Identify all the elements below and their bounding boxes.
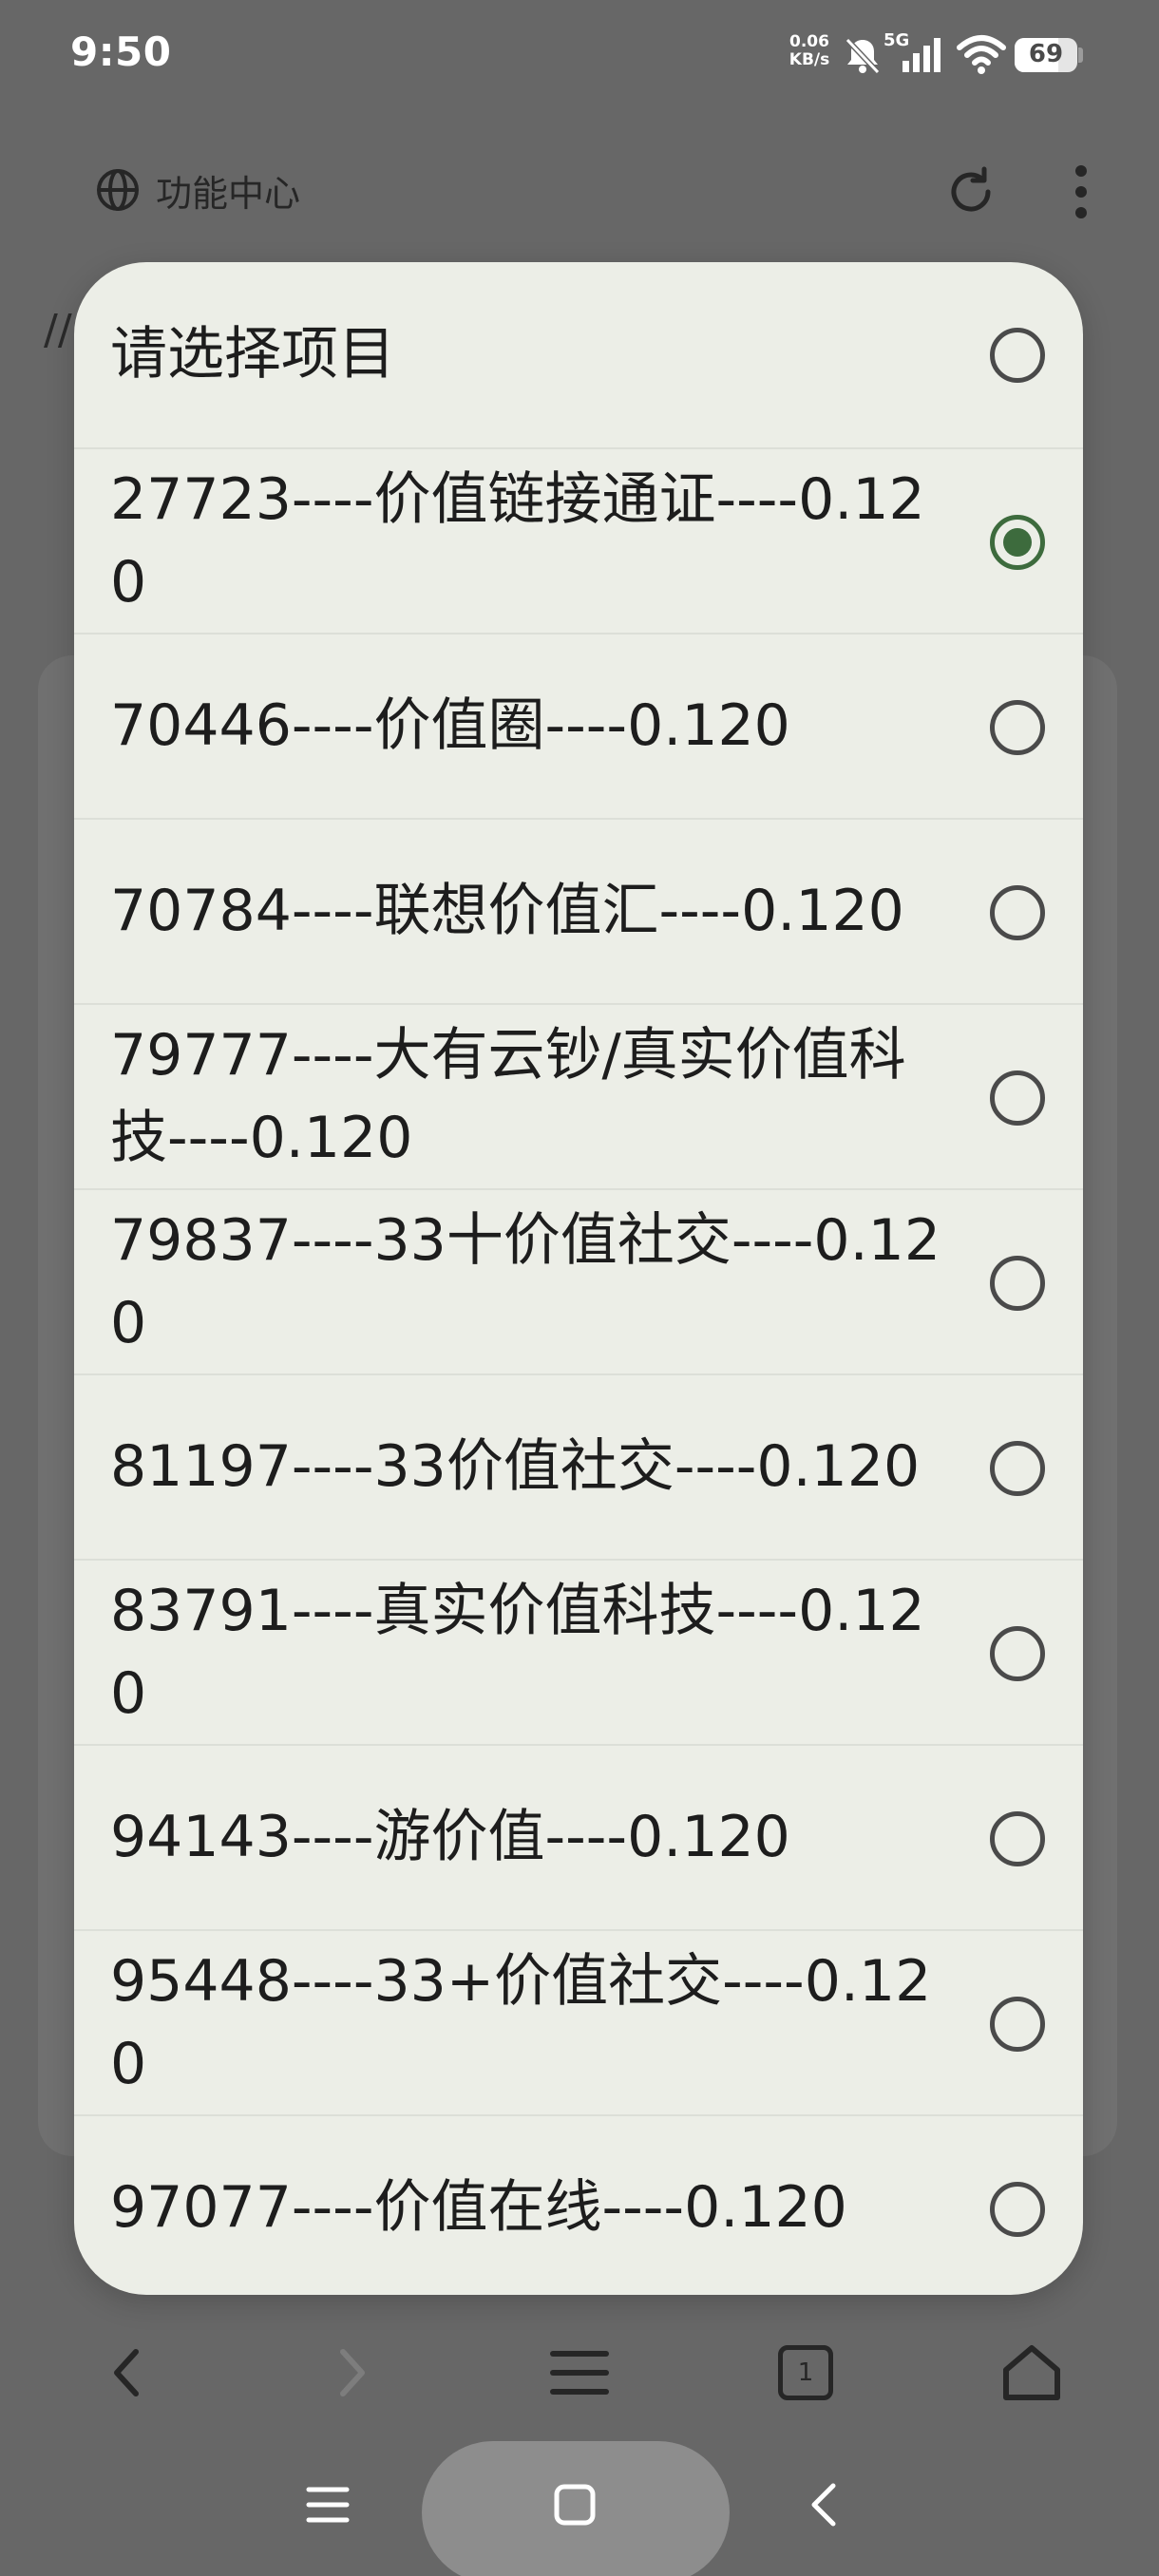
radio-unchecked-icon[interactable] <box>990 1256 1045 1311</box>
tabs-icon: 1 <box>778 2345 833 2400</box>
option-label: 97077----价值在线----0.120 <box>110 2174 847 2241</box>
option-label: 94143----游价值----0.120 <box>110 1804 790 1870</box>
option-27723[interactable]: 27723----价值链接通证----0.120 <box>74 447 1083 633</box>
network-speed: 0.06 KB/s <box>785 33 834 69</box>
option-94143[interactable]: 94143----游价值----0.120 <box>74 1744 1083 1929</box>
menu-button[interactable] <box>542 2335 618 2411</box>
radio-unchecked-icon[interactable] <box>990 1997 1045 2052</box>
option-83791[interactable]: 83791----真实价值科技----0.120 <box>74 1559 1083 1744</box>
more-vertical-icon[interactable] <box>1062 161 1100 222</box>
network-speed-value: 0.06 <box>789 32 829 51</box>
radio-unchecked-icon[interactable] <box>990 1811 1045 1866</box>
radio-unchecked-icon[interactable] <box>990 1626 1045 1681</box>
battery-level: 69 <box>1028 40 1064 68</box>
menu-icon <box>306 2487 350 2523</box>
option-label: 27723----价值链接通证----0.120 <box>110 465 925 616</box>
radio-unchecked-icon[interactable] <box>990 1441 1045 1496</box>
bell-muted-icon <box>845 37 881 75</box>
network-speed-unit: KB/s <box>788 50 830 69</box>
option-label: 70784----联想价值汇----0.120 <box>110 878 904 944</box>
recents-button[interactable] <box>294 2472 361 2538</box>
option-97077[interactable]: 97077----价值在线----0.120 <box>74 2114 1083 2295</box>
battery-indicator: 69 <box>1015 38 1077 72</box>
option-label: 79837----33十价值社交----0.120 <box>110 1206 941 1356</box>
option-95448[interactable]: 95448----33+价值社交----0.120 <box>74 1929 1083 2114</box>
chevron-left-icon <box>114 2349 139 2396</box>
radio-unchecked-icon[interactable] <box>990 328 1045 383</box>
background-text: // <box>44 306 72 354</box>
bottom-toolbar: 1 <box>0 2308 1159 2432</box>
home-button[interactable] <box>994 2335 1070 2411</box>
radio-checked-icon[interactable] <box>990 515 1045 570</box>
back-button[interactable] <box>89 2335 165 2411</box>
site-title-chip[interactable]: 功能中心 <box>74 160 321 220</box>
system-back-button[interactable] <box>790 2472 857 2538</box>
option-label: 79777----大有云钞/真实价值科技----0.120 <box>110 1021 906 1171</box>
option-label: 81197----33价值社交----0.120 <box>110 1433 921 1500</box>
radio-unchecked-icon[interactable] <box>990 700 1045 755</box>
home-square-button[interactable] <box>542 2472 608 2538</box>
select-dialog: 请选择项目 27723----价值链接通证----0.120 70446----… <box>74 262 1083 2295</box>
tab-count: 1 <box>797 2358 814 2387</box>
app-header: 功能中心 <box>0 142 1159 237</box>
option-label: 95448----33+价值社交----0.120 <box>110 1947 932 2097</box>
square-icon <box>554 2484 596 2526</box>
globe-icon <box>97 169 139 211</box>
option-70784[interactable]: 70784----联想价值汇----0.120 <box>74 818 1083 1003</box>
battery-tip <box>1078 47 1083 63</box>
refresh-icon[interactable] <box>940 161 1001 222</box>
chevron-left-icon <box>811 2483 836 2527</box>
wifi-icon <box>957 35 1006 74</box>
radio-unchecked-icon[interactable] <box>990 2182 1045 2237</box>
site-title: 功能中心 <box>156 172 301 215</box>
option-label: 70446----价值圈----0.120 <box>110 692 790 759</box>
chevron-right-icon <box>340 2349 365 2396</box>
option-70446[interactable]: 70446----价值圈----0.120 <box>74 633 1083 818</box>
option-label: 请选择项目 <box>110 321 395 388</box>
radio-unchecked-icon[interactable] <box>990 885 1045 940</box>
home-icon <box>1003 2345 1060 2400</box>
option-79777[interactable]: 79777----大有云钞/真实价值科技----0.120 <box>74 1003 1083 1188</box>
option-81197[interactable]: 81197----33价值社交----0.120 <box>74 1373 1083 1559</box>
radio-unchecked-icon[interactable] <box>990 1070 1045 1126</box>
option-79837[interactable]: 79837----33十价值社交----0.120 <box>74 1188 1083 1373</box>
forward-button[interactable] <box>314 2335 390 2411</box>
tabs-button[interactable]: 1 <box>768 2335 844 2411</box>
system-nav-bar <box>0 2441 1159 2576</box>
cellular-signal-icon <box>902 38 940 72</box>
menu-icon <box>550 2351 609 2395</box>
status-bar: 9:50 0.06 KB/s 5G 69 <box>0 0 1159 114</box>
option-placeholder[interactable]: 请选择项目 <box>74 262 1083 447</box>
status-time: 9:50 <box>70 28 172 75</box>
option-label: 83791----真实价值科技----0.120 <box>110 1577 925 1727</box>
